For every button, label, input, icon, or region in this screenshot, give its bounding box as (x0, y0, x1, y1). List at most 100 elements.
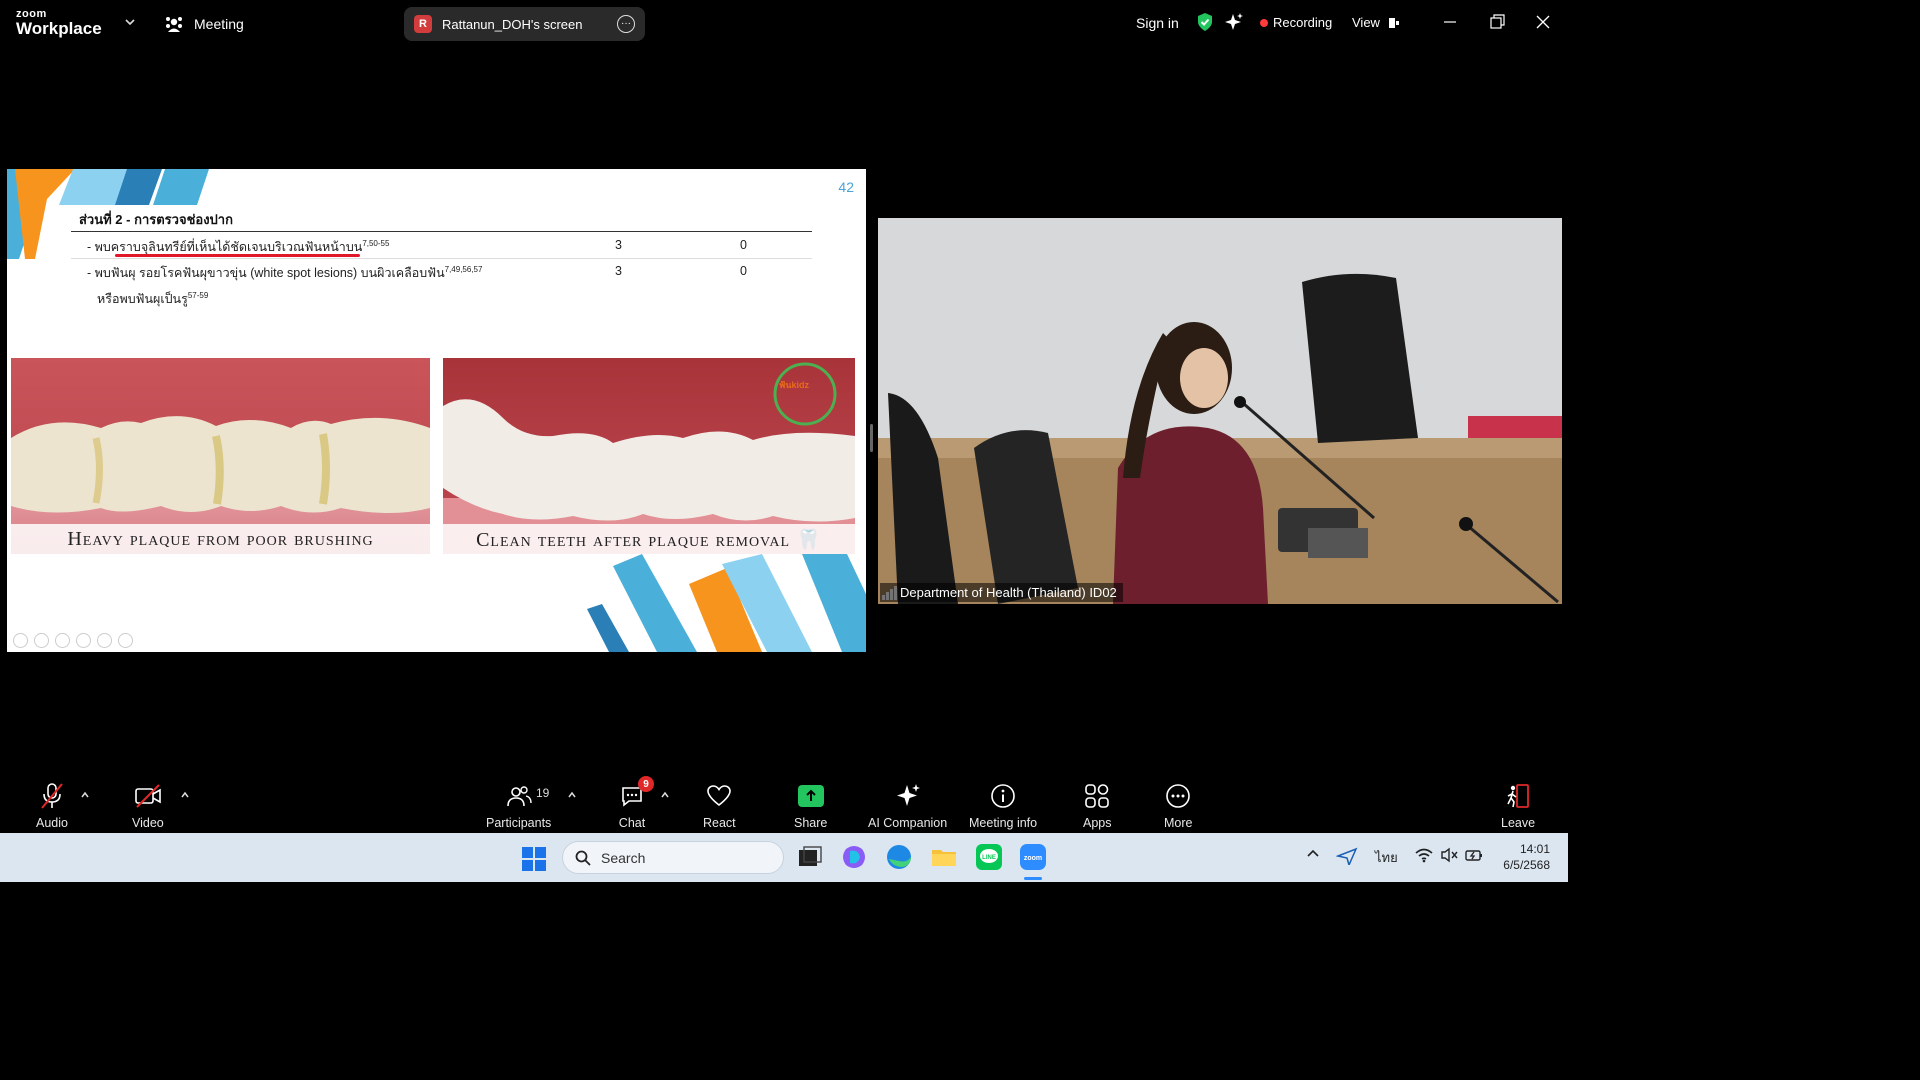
audio-button[interactable]: Audio (36, 782, 68, 830)
video-label: Video (132, 816, 164, 830)
close-icon[interactable] (1533, 12, 1553, 32)
leave-door-icon (1507, 784, 1529, 808)
participants-label: Participants (486, 816, 552, 830)
table-row-divider (71, 258, 812, 259)
shared-screen-pill[interactable]: R Rattanun_DOH's screen ··· (404, 7, 645, 41)
active-app-indicator (1024, 877, 1042, 880)
file-explorer-icon[interactable] (930, 843, 958, 871)
view-label: View (1352, 15, 1380, 30)
ai-companion-sparkle-icon (896, 784, 920, 806)
svg-text:zoom: zoom (1024, 855, 1042, 862)
zoom-icon[interactable] (97, 633, 112, 648)
meeting-top-bar: zoom Workplace Meeting R Rattanun_DOH's … (0, 0, 1568, 46)
more-icon[interactable] (118, 633, 133, 648)
video-button[interactable]: Video (132, 782, 164, 830)
presenter-avatar: R (414, 15, 432, 33)
share-button[interactable]: Share (794, 782, 827, 830)
ai-companion-label: AI Companion (868, 816, 948, 830)
microphone-muted-icon (41, 783, 63, 809)
apps-button[interactable]: Apps (1083, 782, 1112, 830)
input-language-indicator[interactable]: ไทย (1375, 847, 1398, 868)
shared-slide: 42 ส่วนที่ 2 - การตรวจช่องปาก - พบคราบจุ… (7, 169, 866, 652)
volume-muted-icon[interactable] (1440, 847, 1458, 863)
share-label: Share (794, 816, 828, 830)
leave-label: Leave (1501, 816, 1536, 830)
prev-slide-icon[interactable] (13, 633, 28, 648)
row-citation: 7,50-55 (362, 238, 390, 248)
edge-browser-icon[interactable] (885, 843, 913, 871)
tray-overflow-chevron-icon[interactable] (1306, 847, 1320, 861)
row-value: 0 (740, 238, 747, 252)
more-button[interactable]: More (1164, 782, 1192, 830)
battery-charging-icon[interactable] (1464, 847, 1484, 863)
recording-indicator[interactable]: Recording (1260, 15, 1332, 30)
leave-button[interactable]: Leave (1501, 782, 1535, 830)
people-icon (166, 17, 182, 32)
wifi-icon[interactable] (1414, 847, 1434, 863)
windows-taskbar: Search LINE zoom ไทย 14:01 6/5/2568 (0, 833, 1568, 882)
meeting-label: Meeting (194, 16, 244, 32)
row-continuation: หรือพบฟันผุเป็นรู57-59 (97, 290, 209, 306)
location-icon[interactable] (1336, 847, 1358, 865)
photo-caption: Heavy plaque from poor brushing (11, 524, 430, 554)
sign-in-button[interactable]: Sign in (1136, 15, 1179, 31)
splitter-handle[interactable] (870, 424, 873, 452)
next-slide-icon[interactable] (34, 633, 49, 648)
participants-icon (506, 786, 532, 807)
table-row: - พบฟันผุ รอยโรคฟันผุขาวขุ่น (white spot… (87, 263, 482, 283)
apps-label: Apps (1083, 816, 1112, 830)
audio-options-caret-icon[interactable] (80, 790, 90, 800)
more-options-icon[interactable]: ··· (617, 15, 635, 33)
search-placeholder: Search (601, 849, 646, 866)
apps-grid-icon (1085, 784, 1110, 808)
chat-options-caret-icon[interactable] (660, 790, 670, 800)
table-top-rule (71, 231, 812, 232)
shared-screen-label: Rattanun_DOH's screen (442, 16, 583, 32)
zoom-app-icon[interactable]: zoom (1019, 843, 1047, 871)
chat-button[interactable]: 9 Chat (618, 776, 654, 830)
ai-companion-button[interactable]: AI Companion (868, 782, 947, 830)
task-view-icon[interactable] (796, 843, 824, 871)
info-icon (991, 784, 1015, 808)
line-app-icon[interactable]: LINE (975, 843, 1003, 871)
more-dots-icon (1166, 784, 1191, 808)
row-value: 3 (615, 238, 622, 252)
view-button[interactable]: View (1352, 15, 1400, 30)
copilot-icon[interactable] (840, 843, 868, 871)
meeting-info-button[interactable]: Meeting info (969, 782, 1037, 830)
plaque-teeth-photo: Heavy plaque from poor brushing (11, 358, 430, 554)
pen-icon[interactable] (55, 633, 70, 648)
restore-icon[interactable] (1487, 12, 1507, 32)
svg-text:LINE: LINE (982, 855, 996, 861)
slides-icon[interactable] (76, 633, 91, 648)
minimize-icon[interactable] (1440, 12, 1460, 32)
search-icon (575, 850, 591, 866)
slide-stripes-bottom-decoration (587, 554, 866, 652)
meeting-menu-button[interactable]: Meeting (164, 12, 244, 36)
react-button[interactable]: React (703, 782, 736, 830)
taskbar-search-box[interactable]: Search (562, 841, 784, 874)
system-clock[interactable]: 14:01 6/5/2568 (1498, 841, 1550, 873)
row-value: 3 (615, 264, 622, 278)
ai-sparkle-icon[interactable] (1224, 12, 1244, 32)
clean-teeth-photo: ฟันkidz Clean teeth after plaque removal… (443, 358, 855, 554)
heart-icon (707, 785, 732, 807)
red-underline-annotation (115, 254, 360, 257)
participant-video[interactable]: Department of Health (Thailand) ID02 (878, 218, 1562, 604)
windows-start-icon[interactable] (522, 847, 546, 871)
clock-time: 14:01 (1519, 842, 1550, 856)
chevron-down-icon[interactable] (124, 16, 136, 28)
row-citation: 7,49,56,57 (444, 264, 483, 274)
meeting-controls-toolbar: Audio Video Participants 19 9 Chat React… (0, 772, 1568, 833)
participants-options-caret-icon[interactable] (567, 790, 577, 800)
row-value: 0 (740, 264, 747, 278)
chat-label: Chat (618, 816, 646, 830)
meeting-info-label: Meeting info (969, 816, 1038, 830)
recording-label: Recording (1273, 15, 1333, 30)
shield-check-icon[interactable] (1196, 12, 1214, 32)
clock-date: 6/5/2568 (1503, 858, 1550, 872)
camera-off-icon (135, 784, 161, 808)
react-label: React (703, 816, 736, 830)
slide-navigation-controls[interactable] (13, 633, 133, 648)
video-options-caret-icon[interactable] (180, 790, 190, 800)
